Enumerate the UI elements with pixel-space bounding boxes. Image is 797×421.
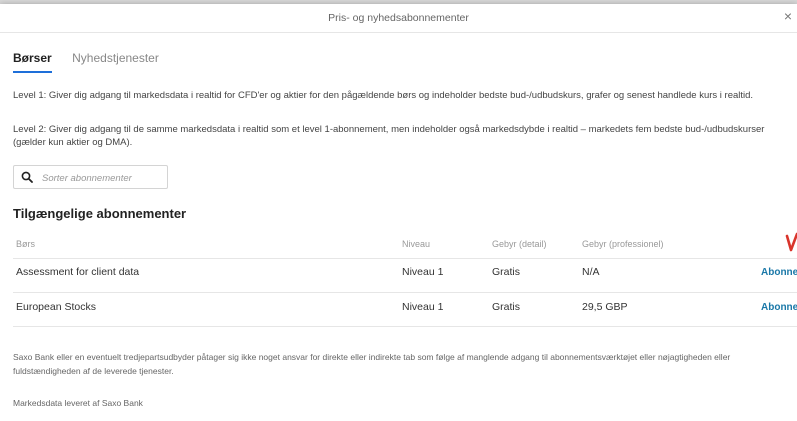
dialog-title: Pris- og nyhedsabonnementer <box>328 12 469 24</box>
row-fee-retail: Gratis <box>492 266 521 278</box>
row-divider <box>13 326 797 327</box>
level1-description: Level 1: Giver dig adgang til markedsdat… <box>13 90 754 101</box>
header-fee-professional: Gebyr (professionel) <box>582 239 664 249</box>
red-annotation-mark <box>785 232 797 252</box>
header-fee-retail: Gebyr (detail) <box>492 239 547 249</box>
row-level: Niveau 1 <box>402 301 444 313</box>
disclaimer-line2: fuldstændigheden af de leverede tjeneste… <box>13 366 174 376</box>
row-divider <box>13 258 797 259</box>
row-fee-professional: N/A <box>582 266 600 278</box>
tab-exchanges[interactable]: Børser <box>13 51 52 73</box>
row-fee-professional: 29,5 GBP <box>582 301 628 313</box>
row-divider <box>13 292 797 293</box>
level2-description-line1: Level 2: Giver dig adgang til de samme m… <box>13 124 765 135</box>
level2-description-line2: (gælder kun aktier og DMA). <box>13 137 133 148</box>
search-box <box>13 165 168 189</box>
data-provider-note: Markedsdata leveret af Saxo Bank <box>13 398 143 408</box>
subscriptions-dialog: Pris- og nyhedsabonnementer × Børser Nyh… <box>0 4 797 421</box>
subscribe-button[interactable]: Abonner <box>761 302 797 313</box>
row-fee-retail: Gratis <box>492 301 521 313</box>
header-exchange: Børs <box>16 239 35 249</box>
search-input[interactable] <box>40 168 168 188</box>
disclaimer: Saxo Bank eller en eventuelt tredjeparts… <box>13 350 730 378</box>
section-title: Tilgængelige abonnementer <box>13 206 187 221</box>
row-exchange: European Stocks <box>16 301 96 313</box>
dialog-titlebar: Pris- og nyhedsabonnementer × <box>0 4 797 33</box>
subscribe-button[interactable]: Abonner <box>761 267 797 278</box>
tab-news-services[interactable]: Nyhedstjenester <box>72 51 159 71</box>
header-level: Niveau <box>402 239 431 249</box>
row-exchange: Assessment for client data <box>16 266 140 278</box>
disclaimer-line1: Saxo Bank eller en eventuelt tredjeparts… <box>13 352 731 362</box>
search-icon <box>21 171 33 183</box>
tab-bar: Børser Nyhedstjenester <box>13 49 175 74</box>
row-level: Niveau 1 <box>402 266 444 278</box>
level2-description: Level 2: Giver dig adgang til de samme m… <box>13 123 764 149</box>
close-icon[interactable]: × <box>781 9 795 23</box>
